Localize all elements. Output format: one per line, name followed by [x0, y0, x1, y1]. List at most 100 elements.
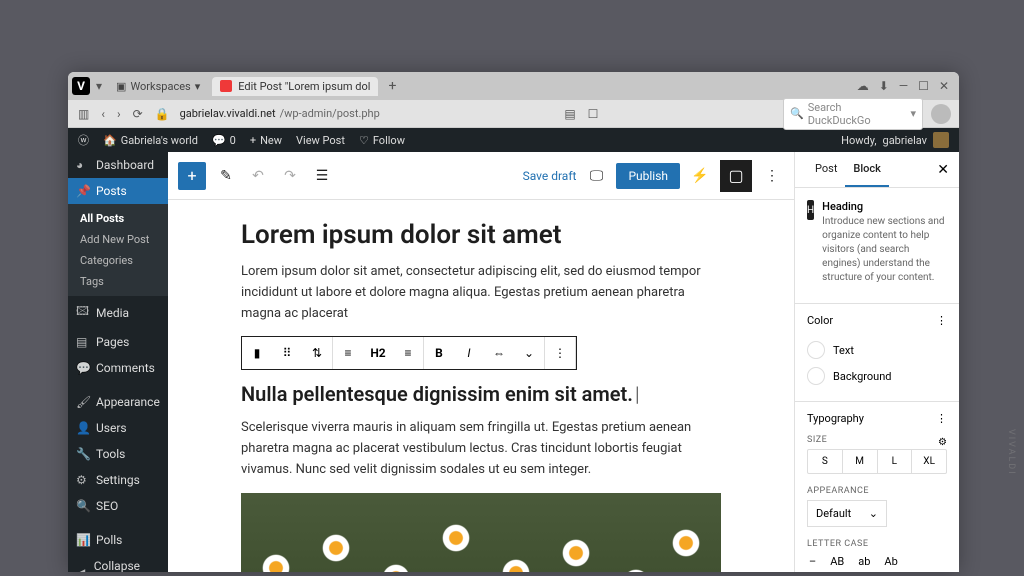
url-domain: gabrielav.vivaldi.net — [180, 107, 276, 120]
search-input[interactable]: 🔍 Search DuckDuckGo ▾ — [783, 98, 923, 130]
vivaldi-logo-icon[interactable]: V — [72, 77, 90, 95]
size-xl-button[interactable]: XL — [912, 450, 946, 473]
jetpack-icon[interactable]: ⚡ — [688, 164, 712, 188]
tab-post[interactable]: Post — [807, 152, 845, 187]
options-button[interactable]: ⋮ — [760, 164, 784, 188]
minimize-button[interactable]: — — [899, 79, 908, 93]
close-window-button[interactable]: ✕ — [939, 79, 949, 93]
move-up-down-icon[interactable]: ⇅ — [302, 337, 332, 369]
editor-canvas[interactable]: Lorem ipsum dolor sit amet Lorem ipsum d… — [168, 200, 794, 572]
sidebar-item-tools[interactable]: 🔧Tools — [68, 441, 168, 467]
undo-button[interactable]: ↶ — [246, 164, 270, 188]
profile-avatar[interactable] — [931, 104, 951, 124]
preview-button[interactable]: 🖵 — [584, 164, 608, 188]
sidebar-item-appearance[interactable]: 🖌Appearance — [68, 389, 168, 415]
sidebar-item-addnew[interactable]: Add New Post — [68, 229, 168, 250]
color-swatch — [807, 341, 825, 359]
chevron-down-icon: ⌄ — [869, 507, 878, 520]
lock-icon[interactable]: 🔒 — [153, 105, 172, 123]
tab-block[interactable]: Block — [845, 152, 888, 187]
sidebar-item-categories[interactable]: Categories — [68, 250, 168, 271]
sidebar-item-media[interactable]: 🖾Media — [68, 296, 168, 329]
menu-icon[interactable]: ▾ — [94, 77, 104, 95]
sidebar-item-tags[interactable]: Tags — [68, 271, 168, 292]
forward-button[interactable]: › — [115, 105, 123, 123]
color-panel-header[interactable]: Color ⋮ — [795, 304, 959, 337]
new-content-link[interactable]: + New — [250, 134, 282, 147]
url-field[interactable]: gabrielav.vivaldi.net/wp-admin/post.php — [180, 107, 380, 120]
inspector-tabs: Post Block ✕ — [795, 152, 959, 188]
block-description: Introduce new sections and organize cont… — [822, 215, 947, 285]
vivaldi-watermark: VIVALDI — [1006, 429, 1016, 476]
panel-icon[interactable]: ▥ — [76, 105, 91, 123]
sidebar-item-polls[interactable]: 📊Polls — [68, 527, 168, 553]
wp-logo-icon[interactable]: ⓦ — [78, 132, 89, 148]
url-path: /wp-admin/post.php — [280, 107, 380, 120]
settings-toggle-button[interactable]: ▢ — [720, 160, 752, 192]
edit-mode-button[interactable]: ✎ — [214, 164, 238, 188]
publish-button[interactable]: Publish — [616, 163, 680, 189]
add-block-button[interactable]: + — [178, 162, 206, 190]
text-color-button[interactable]: Text — [807, 337, 947, 363]
italic-button[interactable]: I — [454, 337, 484, 369]
heading-block[interactable]: Nulla pellentesque dignissim enim sit am… — [241, 382, 721, 406]
sidebar-item-pages[interactable]: ▤Pages — [68, 329, 168, 355]
outline-button[interactable]: ☰ — [310, 164, 334, 188]
sidebar-item-collapse[interactable]: ◀Collapse menu — [68, 553, 168, 572]
appearance-select[interactable]: Default ⌄ — [807, 500, 887, 527]
block-type-icon[interactable]: ▮ — [242, 337, 272, 369]
heading-level-button[interactable]: H2 — [363, 337, 393, 369]
bold-button[interactable]: B — [424, 337, 454, 369]
sidebar-item-seo[interactable]: 🔍SEO — [68, 493, 168, 519]
post-title[interactable]: Lorem ipsum dolor sit amet — [241, 220, 721, 250]
size-m-button[interactable]: M — [843, 450, 878, 473]
link-button[interactable]: ⇔ — [484, 337, 514, 369]
drag-handle-icon[interactable]: ⠿ — [272, 337, 302, 369]
save-draft-button[interactable]: Save draft — [523, 169, 577, 183]
case-upper-button[interactable]: AB — [828, 553, 846, 570]
sidebar-item-dashboard[interactable]: ◕Dashboard — [68, 152, 168, 178]
background-color-button[interactable]: Background — [807, 363, 947, 389]
paragraph-block[interactable]: Scelerisque viverra mauris in aliquam se… — [241, 418, 721, 480]
workspaces-button[interactable]: ▣ Workspaces ▾ — [108, 78, 208, 95]
case-capitalize-button[interactable]: Ab — [882, 553, 899, 570]
block-name: Heading — [822, 200, 947, 213]
download-icon[interactable]: ⬇ — [879, 79, 889, 93]
reload-button[interactable]: ⟳ — [131, 105, 145, 123]
case-none-button[interactable]: – — [807, 553, 818, 570]
chevron-down-icon: ▾ — [910, 107, 916, 120]
align-button[interactable]: ≡ — [333, 337, 363, 369]
browser-tab[interactable]: Edit Post "Lorem ipsum dol — [212, 77, 378, 96]
paragraph-block[interactable]: Lorem ipsum dolor sit amet, consectetur … — [241, 262, 721, 324]
comments-link[interactable]: 💬0 — [212, 134, 236, 147]
cloud-icon[interactable]: ☁ — [857, 79, 869, 93]
more-format-button[interactable]: ⌄ — [514, 337, 544, 369]
back-button[interactable]: ‹ — [99, 105, 107, 123]
sidebar-item-users[interactable]: 👤Users — [68, 415, 168, 441]
close-inspector-button[interactable]: ✕ — [937, 162, 949, 178]
settings-slider-icon[interactable]: ⚙ — [938, 437, 947, 448]
typography-panel-header[interactable]: Typography ⋮ — [795, 402, 959, 435]
user-menu[interactable]: Howdy, gabrielav — [841, 132, 949, 148]
sidebar-item-settings[interactable]: ⚙Settings — [68, 467, 168, 493]
sidebar-item-posts[interactable]: 📌Posts — [68, 178, 168, 204]
case-lower-button[interactable]: ab — [856, 553, 872, 570]
collapse-icon: ◀ — [76, 566, 88, 572]
image-block[interactable] — [241, 493, 721, 572]
block-options-button[interactable]: ⋮ — [545, 337, 575, 369]
text-align-button[interactable]: ≡ — [393, 337, 423, 369]
view-post-link[interactable]: View Post — [296, 134, 345, 147]
follow-link[interactable]: ♡Follow — [359, 134, 405, 147]
reader-icon[interactable]: ▤ — [562, 105, 577, 123]
search-icon: 🔍 — [76, 499, 90, 513]
bookmark-icon[interactable]: ☐ — [586, 105, 601, 123]
size-s-button[interactable]: S — [808, 450, 843, 473]
sidebar-item-allposts[interactable]: All Posts — [68, 208, 168, 229]
home-icon: 🏠 — [103, 134, 117, 147]
sidebar-item-comments[interactable]: 💬Comments — [68, 355, 168, 381]
redo-button[interactable]: ↷ — [278, 164, 302, 188]
size-l-button[interactable]: L — [878, 450, 913, 473]
site-link[interactable]: 🏠Gabriela's world — [103, 134, 198, 147]
maximize-button[interactable]: ☐ — [918, 79, 929, 93]
new-tab-button[interactable]: + — [382, 78, 402, 94]
